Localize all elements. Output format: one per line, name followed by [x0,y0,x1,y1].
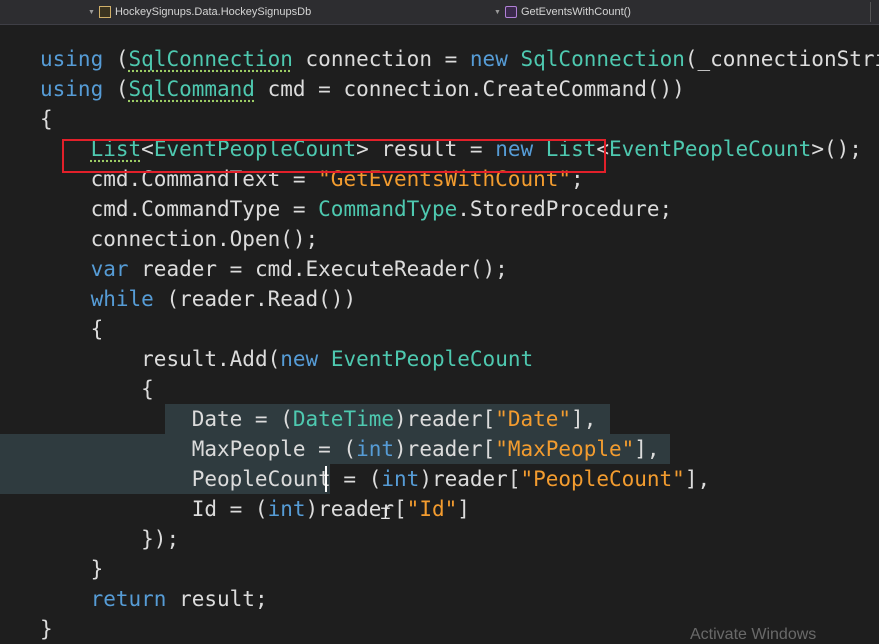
code-text: connection = [292,47,470,71]
code-text: } [40,617,53,641]
code-text: }); [141,527,180,551]
code-line: Date = (DateTime)reader["Date"], [40,404,597,434]
type-name: SqlConnection [520,47,685,71]
code-text: ( [103,47,129,71]
keyword: var [90,257,129,281]
code-text: ], [684,467,711,491]
chevron-down-icon: ▼ [494,8,501,16]
code-line: MaxPeople = (int)reader["MaxPeople"], [40,434,660,464]
highlight-box [62,139,606,173]
code-line: PeopleCount = (int)reader["PeopleCount"]… [40,464,710,494]
string-literal: "PeopleCount" [520,467,685,491]
code-text: ], [634,437,660,461]
type-name: CommandType [318,197,458,221]
code-text: .StoredProcedure; [457,197,673,221]
string-literal: "Id" [406,497,458,521]
code-text: MaxPeople = ( [191,437,357,461]
code-line: { [40,314,104,344]
type-name: SqlCommand [128,77,255,101]
activation-watermark: Activate Windows [690,626,817,643]
keyword: new [280,347,319,371]
code-line: { [40,104,53,134]
keyword: int [267,497,306,521]
text-cursor [325,466,327,492]
code-text: { [90,317,104,341]
code-text: (_connectionString [684,47,879,71]
chevron-down-icon: ▼ [88,8,95,16]
class-dropdown[interactable]: ▼ HockeySignups.Data.HockeySignupsDb [88,0,311,24]
keyword: return [90,587,167,611]
keyword: while [90,287,154,311]
code-text: { [40,107,53,131]
class-icon [98,6,111,18]
code-text: ( [103,77,129,101]
code-text: )reader[ [394,407,496,431]
code-text: result; [166,587,268,611]
code-text: { [141,377,154,401]
member-dropdown[interactable]: ▼ GetEventsWithCount() [494,0,631,24]
code-text: ], [571,407,597,431]
code-line: }); [40,524,179,554]
class-dropdown-label: HockeySignups.Data.HockeySignupsDb [114,6,312,18]
type-name: DateTime [292,407,395,431]
type-name: EventPeopleCount [609,137,812,161]
keyword: int [381,467,420,491]
code-line: return result; [40,584,268,614]
code-line: Id = (int)reader["Id"] [40,494,470,524]
code-line: using (SqlCommand cmd = connection.Creat… [40,74,685,104]
code-line: while (reader.Read()) [40,284,357,314]
member-dropdown-label: GetEventsWithCount() [520,6,631,18]
code-text: ] [457,497,470,521]
code-text: Id = ( [191,497,268,521]
code-text: result.Add( [141,347,281,371]
code-text: cmd = connection.CreateCommand()) [254,77,685,101]
code-line: result.Add(new EventPeopleCount [40,344,533,374]
code-text: reader = cmd.ExecuteReader(); [128,257,508,281]
code-text: } [90,557,104,581]
navigation-bar: ▼ HockeySignups.Data.HockeySignupsDb ▼ G… [0,0,879,25]
code-line: cmd.CommandType = CommandType.StoredProc… [40,194,673,224]
keyword: using [40,47,104,71]
code-text: )reader[ [419,467,521,491]
code-line: var reader = cmd.ExecuteReader(); [40,254,508,284]
code-text: (reader.Read()) [153,287,357,311]
code-line: connection.Open(); [40,224,319,254]
code-text: connection.Open(); [90,227,319,251]
method-icon [504,6,517,18]
code-line: { [40,374,154,404]
string-literal: "Date" [495,407,572,431]
code-line: } [40,554,104,584]
split-divider [870,2,871,22]
type-name: SqlConnection [128,47,293,71]
code-text: PeopleCount = ( [191,467,382,491]
keyword: int [356,437,395,461]
code-text: cmd.CommandType = [90,197,319,221]
code-text: Date = ( [191,407,293,431]
string-literal: "MaxPeople" [495,437,635,461]
code-text: )reader[ [394,437,496,461]
code-text: )reader[ [305,497,407,521]
code-text: >(); [811,137,862,161]
keyword: new [469,47,508,71]
code-line: using (SqlConnection connection = new Sq… [40,44,879,74]
keyword: using [40,77,104,101]
ibeam-cursor-icon: Ɪ [381,504,390,523]
type-name: EventPeopleCount [330,347,534,371]
